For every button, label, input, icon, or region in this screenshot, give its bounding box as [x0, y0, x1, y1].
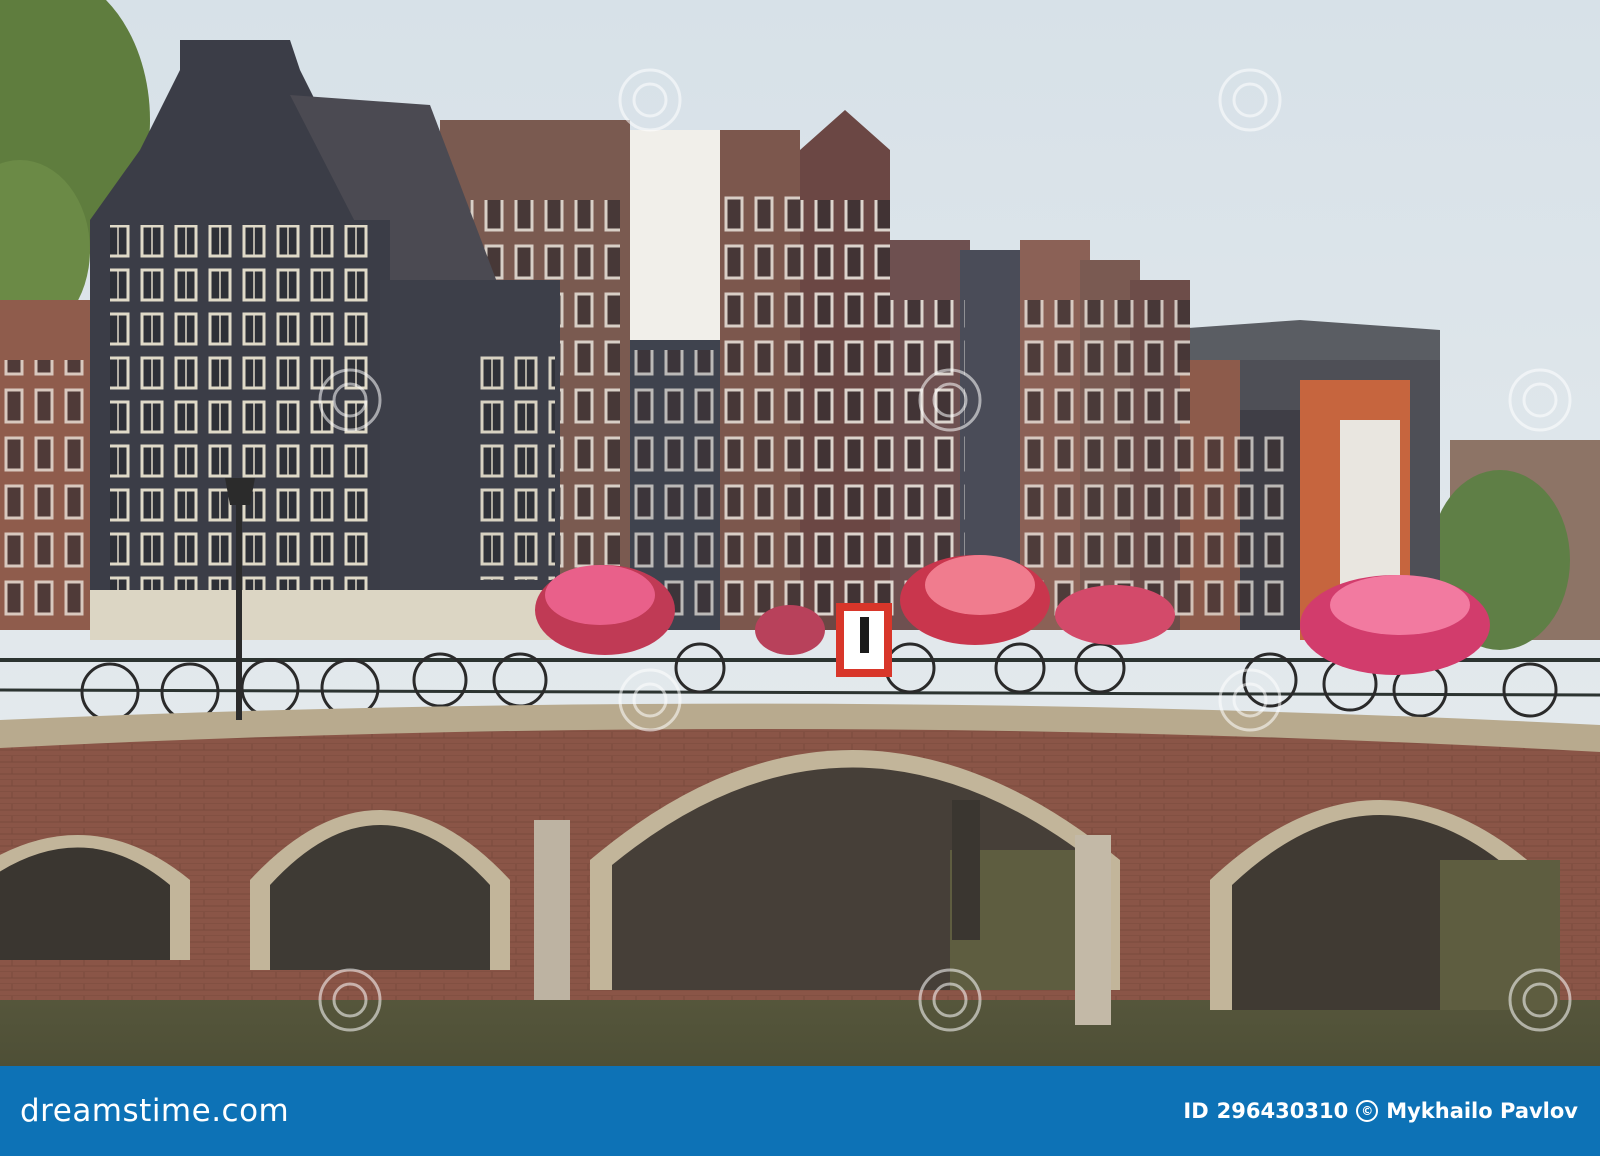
photo-illustration — [0, 0, 1600, 1066]
traffic-sign — [836, 603, 892, 677]
stock-photo-page: dreamstime.com ID 296430310 © Mykhailo P… — [0, 0, 1600, 1156]
canal-photo — [0, 0, 1600, 1066]
image-credit: ID 296430310 © Mykhailo Pavlov — [1183, 1094, 1578, 1128]
house-left-brick — [0, 300, 90, 630]
image-id: 296430310 — [1216, 1099, 1349, 1123]
corner-house-dark — [90, 40, 630, 640]
dreamstime-logo[interactable]: dreamstime.com — [20, 1086, 289, 1136]
id-prefix: ID — [1183, 1099, 1209, 1123]
brick-bridge — [0, 703, 1600, 1010]
brand-text: dreamstime.com — [20, 1093, 290, 1129]
author-name: Mykhailo Pavlov — [1386, 1099, 1578, 1123]
credit-bar: dreamstime.com ID 296430310 © Mykhailo P… — [0, 1066, 1600, 1156]
copyright-icon: © — [1356, 1100, 1379, 1122]
houses-center — [620, 110, 890, 630]
